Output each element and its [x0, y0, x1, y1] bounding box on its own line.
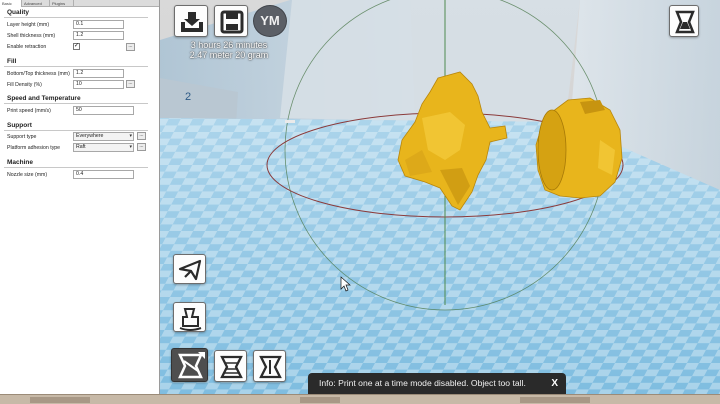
scale-icon: [179, 308, 202, 331]
taskbar-item[interactable]: [30, 397, 90, 403]
save-gcode-button[interactable]: [214, 5, 248, 37]
scale-tool-button[interactable]: [173, 302, 206, 332]
adhesion-settings-button[interactable]: ...: [137, 143, 146, 151]
bottom-top-thickness-input[interactable]: 1.2: [73, 69, 124, 78]
layer-view-button[interactable]: [214, 350, 247, 382]
support-type-select[interactable]: Everywhere ▾: [73, 132, 134, 141]
rotate-tool-button[interactable]: [173, 254, 206, 284]
section-support: Support: [7, 122, 32, 129]
shell-thickness-label: Shell thickness (mm): [7, 33, 56, 39]
shell-thickness-input[interactable]: 1.2: [73, 31, 124, 40]
close-icon[interactable]: X: [551, 373, 558, 394]
save-icon: [220, 10, 244, 34]
model-bone-right[interactable]: [535, 97, 623, 199]
print-speed-input[interactable]: 50: [73, 106, 134, 115]
mirror-icon: [178, 352, 205, 379]
settings-panel: Basic Advanced Plugins Quality Layer hei…: [0, 0, 160, 394]
divider: [4, 17, 148, 18]
fill-density-input[interactable]: 10: [73, 80, 124, 89]
platform-adhesion-select[interactable]: Raft ▾: [73, 143, 134, 152]
layers-icon: [220, 355, 243, 379]
support-settings-button[interactable]: ...: [137, 132, 146, 140]
load-icon: [181, 12, 203, 32]
load-model-button[interactable]: [174, 5, 208, 37]
xray-icon: [259, 355, 282, 379]
taskbar: [0, 394, 720, 404]
layer-height-input[interactable]: 0.1: [73, 20, 124, 29]
print-speed-label: Print speed (mm/s): [7, 108, 51, 114]
nozzle-size-label: Nozzle size (mm): [7, 172, 48, 178]
chevron-down-icon: ▾: [129, 144, 132, 150]
mirror-tool-button[interactable]: [171, 348, 208, 382]
chevron-down-icon: ▾: [129, 133, 132, 139]
nozzle-size-input[interactable]: 0.4: [73, 170, 134, 179]
enable-retraction-label: Enable retraction: [7, 44, 47, 50]
info-message: Info: Print one at a time mode disabled.…: [319, 378, 526, 388]
tab-advanced[interactable]: Advanced: [22, 0, 50, 7]
3d-viewport[interactable]: ker 2: [160, 0, 720, 394]
taskbar-item[interactable]: [300, 397, 340, 403]
layer-height-label: Layer height (mm): [7, 22, 50, 28]
print-time-text: 3 hours 26 minutes: [190, 40, 268, 50]
enable-retraction-checkbox[interactable]: ✓: [73, 43, 80, 50]
section-quality: Quality: [7, 9, 30, 16]
retraction-settings-button[interactable]: ...: [126, 43, 135, 51]
view-mode-button[interactable]: [669, 5, 699, 37]
section-speed-temperature: Speed and Temperature: [7, 95, 81, 102]
section-machine: Machine: [7, 159, 34, 166]
svg-text:2: 2: [185, 91, 191, 103]
divider: [4, 103, 148, 104]
rotate-icon: [178, 259, 202, 281]
support-type-label: Support type: [7, 134, 37, 140]
divider: [4, 167, 148, 168]
youmagine-button[interactable]: YM: [253, 5, 287, 37]
taskbar-item[interactable]: [520, 397, 590, 403]
view-mode-icon: [675, 10, 695, 34]
settings-tabs: Basic Advanced Plugins: [0, 0, 159, 7]
support-type-value: Everywhere: [76, 133, 104, 139]
fill-density-label: Fill Density (%): [7, 82, 42, 88]
divider: [4, 66, 148, 67]
info-notification-bar: Info: Print one at a time mode disabled.…: [308, 373, 566, 394]
tab-plugins[interactable]: Plugins: [50, 0, 74, 7]
print-material-text: 2.47 meter 20 gram: [189, 50, 269, 60]
bottom-top-thickness-label: Bottom/Top thickness (mm): [7, 71, 70, 77]
tab-basic[interactable]: Basic: [0, 0, 22, 7]
divider: [4, 130, 148, 131]
platform-adhesion-label: Platform adhesion type: [7, 145, 61, 151]
fill-settings-button[interactable]: ...: [126, 80, 135, 88]
platform-adhesion-value: Raft: [76, 144, 86, 150]
section-fill: Fill: [7, 58, 17, 65]
xray-view-button[interactable]: [253, 350, 286, 382]
